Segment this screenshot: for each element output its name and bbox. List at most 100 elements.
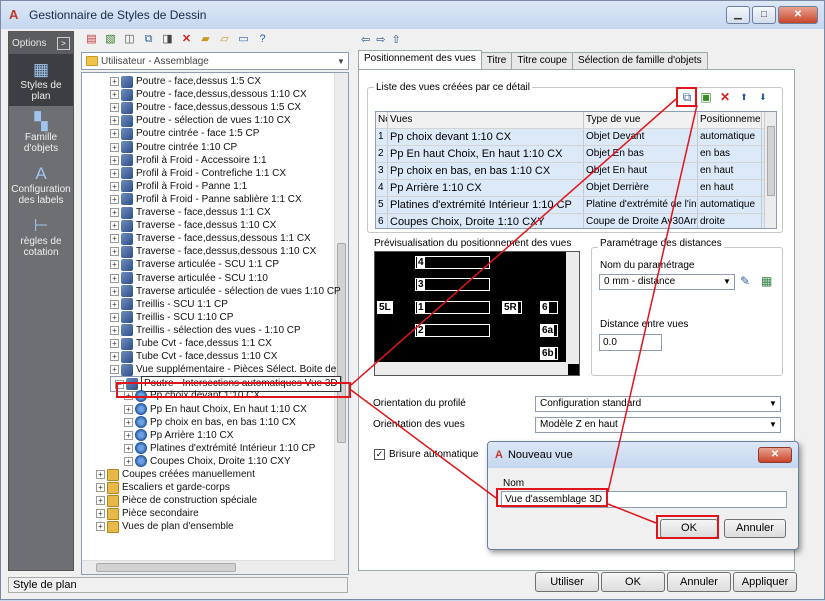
expand-toggle-icon[interactable]: + [110, 247, 119, 257]
use-button[interactable]: Utiliser [535, 572, 599, 592]
dialog-close-button[interactable]: ✕ [758, 447, 792, 463]
table-cell[interactable]: 4 [376, 180, 388, 196]
table-cell[interactable]: Objet Derrière [584, 180, 698, 196]
table-cell[interactable]: Platines d'extrémité Intérieur 1:10 CP [388, 197, 584, 213]
delete-icon[interactable]: ✕ [179, 32, 194, 47]
expand-toggle-icon[interactable]: + [110, 142, 119, 152]
table-cell[interactable]: automatique [698, 129, 762, 145]
tree-node[interactable]: + Traverse - face,dessus,dessous 1:10 CX [110, 245, 316, 258]
table-cell[interactable]: Pp Arrière 1:10 CX [388, 180, 584, 196]
expand-toggle-icon[interactable]: + [110, 194, 119, 204]
table-cell[interactable]: Pp En haut Choix, En haut 1:10 CX [388, 146, 584, 162]
paste-icon[interactable]: ◫ [122, 32, 137, 47]
auto-break-checkbox[interactable]: ✓ [374, 449, 385, 460]
copy-icon[interactable]: ▧ [103, 32, 118, 47]
table-row[interactable]: 5 Platines d'extrémité Intérieur 1:10 CP P… [376, 197, 776, 214]
preview-horizontal-scrollbar[interactable] [375, 362, 568, 375]
expand-toggle-icon[interactable]: + [110, 116, 119, 126]
distance-between-input[interactable]: 0.0 [599, 334, 662, 351]
table-cell[interactable]: en haut [698, 180, 762, 196]
tree-horizontal-scrollbar[interactable] [82, 560, 336, 574]
tree-node[interactable]: + Profil à Froid - Contrefiche 1:1 CX [110, 167, 286, 180]
sidebar-item-dimension[interactable]: ⊢ règles de cotation [9, 210, 73, 262]
table-cell[interactable]: Coupe de Droite Av30Arr [584, 214, 698, 228]
table-cell[interactable]: Platine d'extrémité de l'in [584, 197, 698, 213]
scroll-thumb[interactable] [96, 563, 236, 572]
minimize-button[interactable]: ▁ [726, 6, 750, 24]
grid-scrollbar[interactable] [764, 112, 776, 228]
up-arrow-icon[interactable]: ⇧ [391, 33, 400, 46]
tree-node[interactable]: + Tube Cvt - face,dessus 1:10 CX [110, 350, 277, 363]
add-view-icon[interactable]: ▣ [698, 89, 714, 105]
tree-node[interactable]: + Pp En haut Choix, En haut 1:10 CX [124, 403, 307, 416]
tree-node[interactable]: + Coupes Choix, Droite 1:10 CXY [124, 455, 291, 468]
export-icon[interactable]: ▱ [217, 32, 232, 47]
expand-toggle-icon[interactable]: + [110, 129, 119, 139]
table-row[interactable]: 2 Pp En haut Choix, En haut 1:10 CX Objet … [376, 146, 776, 163]
expand-toggle-icon[interactable]: + [124, 456, 133, 466]
pin-button[interactable]: > [57, 36, 70, 50]
preview-vertical-scrollbar[interactable] [566, 252, 579, 364]
table-row[interactable]: 3 Pp choix en bas, en bas 1:10 CX Objet En… [376, 163, 776, 180]
expand-toggle-icon[interactable]: + [110, 299, 119, 309]
column-header[interactable]: Type de vue [584, 112, 698, 128]
expand-toggle-icon[interactable]: + [110, 221, 119, 231]
scroll-thumb[interactable] [337, 243, 346, 443]
tree-node[interactable]: + Traverse - face,dessus,dessous 1:1 CX [110, 232, 311, 245]
expand-toggle-icon[interactable]: + [96, 483, 105, 493]
tree-node[interactable]: + Poutre - face,dessus,dessous 1:5 CX [110, 101, 301, 114]
expand-toggle-icon[interactable]: + [110, 103, 119, 113]
tab-title[interactable]: Titre [480, 52, 513, 69]
tree-folder[interactable]: + Coupes créées manuellement [96, 468, 255, 481]
move-down-icon[interactable]: ⬇ [755, 89, 771, 105]
cancel-button[interactable]: Annuler [667, 572, 731, 592]
setting-grid-icon[interactable]: ▦ [761, 274, 772, 288]
table-cell[interactable]: en bas [698, 146, 762, 162]
table-row[interactable]: 6 Coupes Choix, Droite 1:10 CXY Coupe de D… [376, 214, 776, 228]
table-cell[interactable]: Objet En haut [584, 163, 698, 179]
expand-toggle-icon[interactable]: + [110, 352, 119, 362]
import-icon[interactable]: ▰ [198, 32, 213, 47]
expand-toggle-icon[interactable]: + [110, 234, 119, 244]
expand-toggle-icon[interactable]: + [96, 496, 105, 506]
expand-toggle-icon[interactable]: + [96, 509, 105, 519]
expand-toggle-icon[interactable]: + [124, 417, 133, 427]
tree-node[interactable]: + Pp choix en bas, en bas 1:10 CX [124, 416, 296, 429]
tree-node[interactable]: + Pp Arrière 1:10 CX [124, 429, 233, 442]
expand-toggle-icon[interactable]: + [110, 208, 119, 217]
tree-node[interactable]: + Traverse - face,dessus 1:1 CX [110, 206, 271, 219]
column-header[interactable]: No [376, 112, 388, 128]
expand-toggle-icon[interactable]: + [110, 181, 119, 191]
column-header[interactable]: Positionneme [698, 112, 762, 128]
tree-node[interactable]: + Traverse articulée - sélection de vues … [110, 285, 341, 298]
tab-section-title[interactable]: Titre coupe [511, 52, 574, 69]
setting-name-select[interactable]: 0 mm - distance ▼ [599, 274, 735, 290]
expand-toggle-icon[interactable]: + [110, 90, 119, 100]
scroll-thumb[interactable] [767, 126, 775, 196]
tree-vertical-scrollbar[interactable] [334, 73, 348, 574]
table-cell[interactable]: Pp choix devant 1:10 CX [388, 129, 584, 145]
expand-toggle-icon[interactable]: + [110, 260, 119, 270]
expand-toggle-icon[interactable]: + [110, 339, 119, 348]
maximize-button[interactable]: □ [752, 6, 776, 24]
tree-node[interactable]: + Treillis - sélection des vues - 1:10 CP [110, 324, 301, 337]
table-cell[interactable]: Coupes Choix, Droite 1:10 CXY [388, 214, 584, 228]
tree-node[interactable]: + Profil à Froid - Panne sablière 1:1 CX [110, 193, 302, 206]
tree-node[interactable]: + Profil à Froid - Panne 1:1 [110, 180, 247, 193]
sidebar-item-labels[interactable]: A Configuration des labels [9, 158, 73, 210]
style-category-select[interactable]: Utilisateur - Assemblage ▼ [81, 52, 349, 70]
tree-folder[interactable]: + Escaliers et garde-corps [96, 481, 230, 494]
expand-toggle-icon[interactable]: + [110, 325, 119, 335]
tree-node[interactable]: + Traverse - face,dessus 1:10 CX [110, 219, 276, 232]
table-cell[interactable]: 3 [376, 163, 388, 179]
tree-folder[interactable]: + Vues de plan d'ensemble [96, 520, 234, 533]
table-cell[interactable]: 2 [376, 146, 388, 162]
expand-toggle-icon[interactable]: + [110, 273, 119, 283]
tree-node[interactable]: + Traverse articulée - SCU 1:10 [110, 272, 268, 285]
expand-toggle-icon[interactable]: + [110, 168, 119, 178]
help-icon[interactable]: ? [255, 32, 270, 47]
table-row[interactable]: 1 Pp choix devant 1:10 CX Objet Devant auto… [376, 129, 776, 146]
tree-node[interactable]: + Treillis - SCU 1:10 CP [110, 311, 233, 324]
new-style-icon[interactable]: ▤ [84, 32, 99, 47]
expand-toggle-icon[interactable]: + [96, 522, 105, 532]
